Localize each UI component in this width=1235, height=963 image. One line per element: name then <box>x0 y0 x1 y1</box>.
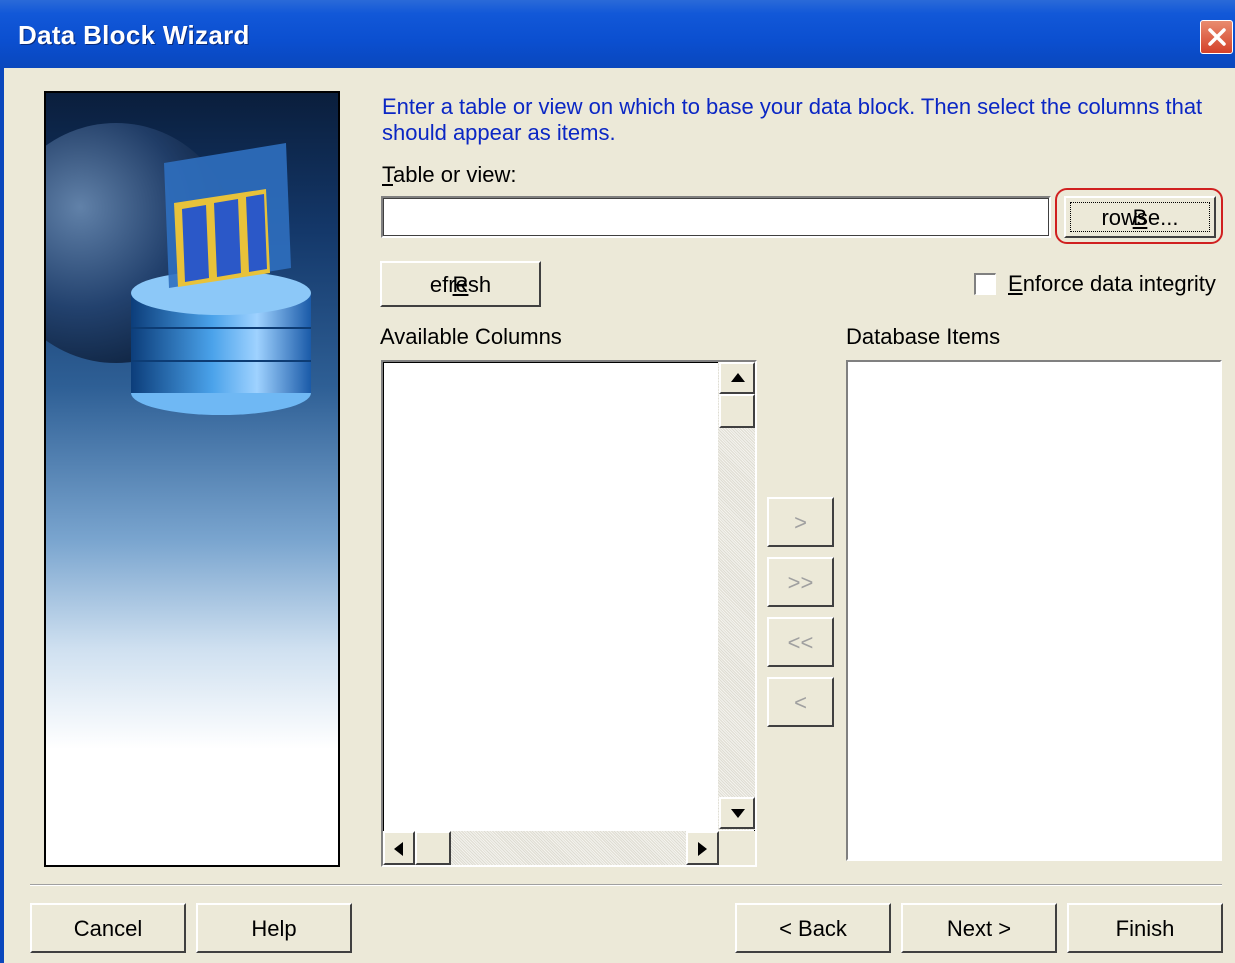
scroll-left-button[interactable] <box>383 831 415 865</box>
wizard-illustration <box>44 91 340 867</box>
arrow-right-icon <box>698 842 707 856</box>
available-columns-list[interactable] <box>381 360 757 867</box>
table-or-view-label: Table or view: <box>382 162 517 187</box>
scrollbar-corner <box>719 831 755 865</box>
instructions-text: Enter a table or view on which to base y… <box>382 94 1203 145</box>
move-one-left-button[interactable]: < <box>767 677 834 727</box>
move-all-left-button[interactable]: << <box>767 617 834 667</box>
available-columns-label: Available Columns <box>380 324 562 349</box>
arrow-up-icon <box>731 373 745 382</box>
refresh-button[interactable]: Refresh <box>380 261 541 307</box>
enforce-data-integrity-label: Enforce data integrity <box>1008 271 1216 296</box>
database-items-label: Database Items <box>846 324 1001 349</box>
horizontal-scroll-thumb[interactable] <box>415 831 451 865</box>
scroll-right-button[interactable] <box>686 831 719 865</box>
browse-button[interactable]: Browse... <box>1064 196 1216 238</box>
next-button[interactable]: Next > <box>901 903 1057 953</box>
table-or-view-input[interactable] <box>381 196 1051 238</box>
available-columns-vscrollbar[interactable] <box>718 362 755 830</box>
move-all-right-button[interactable]: >> <box>767 557 834 607</box>
arrow-down-icon <box>731 809 745 818</box>
arrow-left-icon <box>394 842 403 856</box>
finish-button[interactable]: Finish <box>1067 903 1223 953</box>
scroll-up-button[interactable] <box>719 362 755 394</box>
enforce-data-integrity-checkbox[interactable] <box>974 273 996 295</box>
window-title: Data Block Wizard <box>18 20 250 50</box>
title-bar: Data Block Wizard <box>0 0 1235 68</box>
cancel-button[interactable]: Cancel <box>30 903 186 953</box>
back-button[interactable]: < Back <box>735 903 891 953</box>
close-icon <box>1208 28 1226 46</box>
help-button[interactable]: Help <box>196 903 352 953</box>
vertical-scroll-thumb[interactable] <box>719 394 755 428</box>
footer-separator <box>30 884 1222 886</box>
database-items-list[interactable] <box>846 360 1222 861</box>
scroll-down-button[interactable] <box>719 797 755 829</box>
close-button[interactable] <box>1200 20 1233 54</box>
move-one-right-button[interactable]: > <box>767 497 834 547</box>
